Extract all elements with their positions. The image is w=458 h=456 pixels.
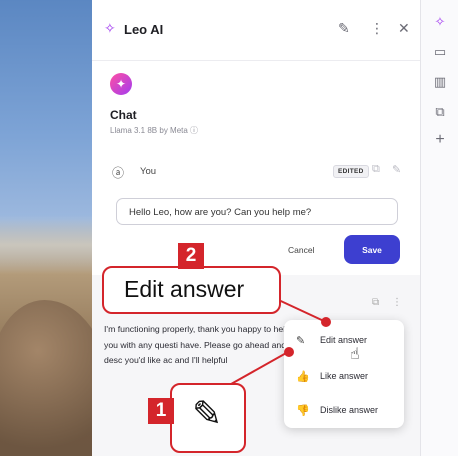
callout-edit-answer-text: Edit answer bbox=[124, 276, 245, 302]
callout-1-dot bbox=[284, 347, 294, 357]
callout-2-dot bbox=[321, 317, 331, 327]
pencil-icon: ✎ bbox=[192, 393, 223, 434]
callout-pencil: ✎ bbox=[170, 383, 246, 453]
callout-number-2: 2 bbox=[178, 243, 204, 269]
callout-edit-answer: Edit answer bbox=[102, 266, 281, 314]
callout-number-1: 1 bbox=[148, 398, 174, 424]
